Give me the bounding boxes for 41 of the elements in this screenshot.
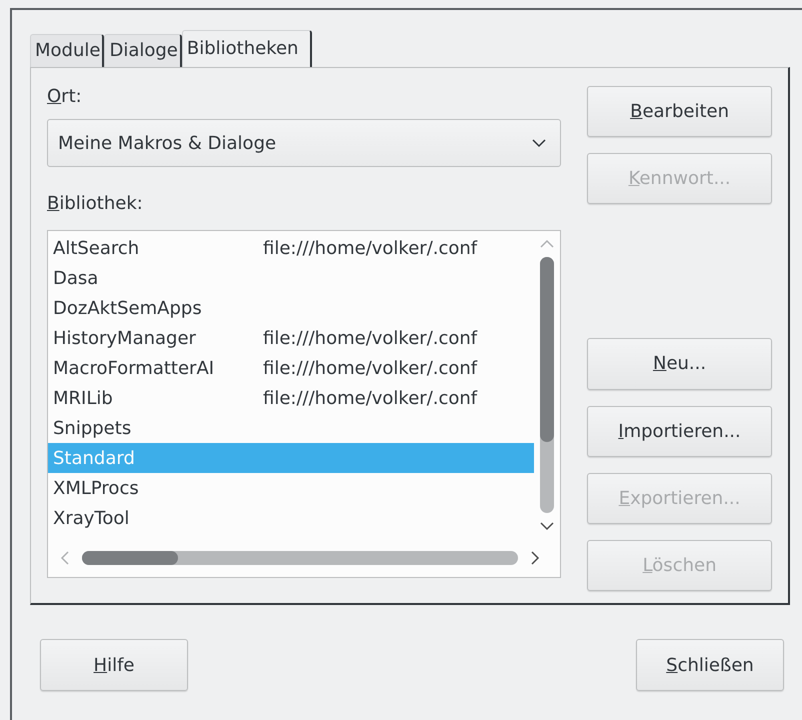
location-dropdown[interactable]: Meine Makros & Dialoge [47, 119, 562, 167]
library-row[interactable]: DozAktSemApps [48, 293, 534, 323]
library-row[interactable]: MacroFormatterAI file:///home/volker/.conf [48, 353, 534, 383]
tab[interactable]: Module [30, 34, 104, 67]
library-name: Standard [53, 448, 136, 468]
side-button[interactable]: Importieren... [587, 406, 772, 457]
scroll-up-icon[interactable] [539, 239, 556, 249]
library-name: MRILib [53, 388, 114, 408]
library-row[interactable]: XMLProcs [48, 473, 534, 503]
library-path: file:///home/volker/.conf [263, 388, 478, 408]
scroll-left-icon[interactable] [60, 550, 70, 566]
side-button[interactable]: Bearbeiten [587, 86, 772, 138]
vertical-scrollbar-thumb[interactable] [540, 257, 554, 442]
library-row[interactable]: Dasa [48, 263, 534, 293]
library-name: HistoryManager [53, 328, 197, 348]
library-label: Bibliothek: [47, 193, 143, 214]
library-name: Dasa [53, 268, 100, 288]
footer-button[interactable]: Hilfe [40, 639, 188, 691]
library-row[interactable]: HistoryManager file:///home/volker/.conf [48, 323, 534, 353]
library-row[interactable]: XrayTool [48, 503, 534, 533]
library-name: Snippets [53, 418, 132, 438]
library-path: file:///home/volker/.conf [263, 238, 478, 258]
library-row[interactable]: Snippets [48, 413, 534, 443]
library-path: file:///home/volker/.conf [263, 358, 478, 378]
location-label: Ort: [47, 86, 82, 107]
horizontal-scrollbar-thumb[interactable] [82, 551, 178, 565]
library-name: MacroFormatterAI [53, 358, 216, 378]
library-name: XrayTool [53, 508, 130, 528]
tab[interactable]: Dialoge [104, 34, 182, 67]
library-path: file:///home/volker/.conf [263, 328, 478, 348]
library-name: XMLProcs [53, 478, 140, 498]
library-name: DozAktSemApps [53, 298, 203, 318]
footer-button[interactable]: Schließen [636, 639, 784, 691]
library-row[interactable]: AltSearch file:///home/volker/.conf [48, 233, 534, 263]
scroll-down-icon[interactable] [539, 521, 556, 531]
side-button[interactable]: Neu... [587, 338, 772, 390]
scroll-right-icon[interactable] [530, 550, 540, 566]
library-name: AltSearch [53, 238, 140, 258]
caret-icon [532, 138, 546, 148]
tab[interactable]: Bibliotheken [182, 30, 312, 67]
library-row[interactable]: MRILib file:///home/volker/.conf [48, 383, 534, 413]
